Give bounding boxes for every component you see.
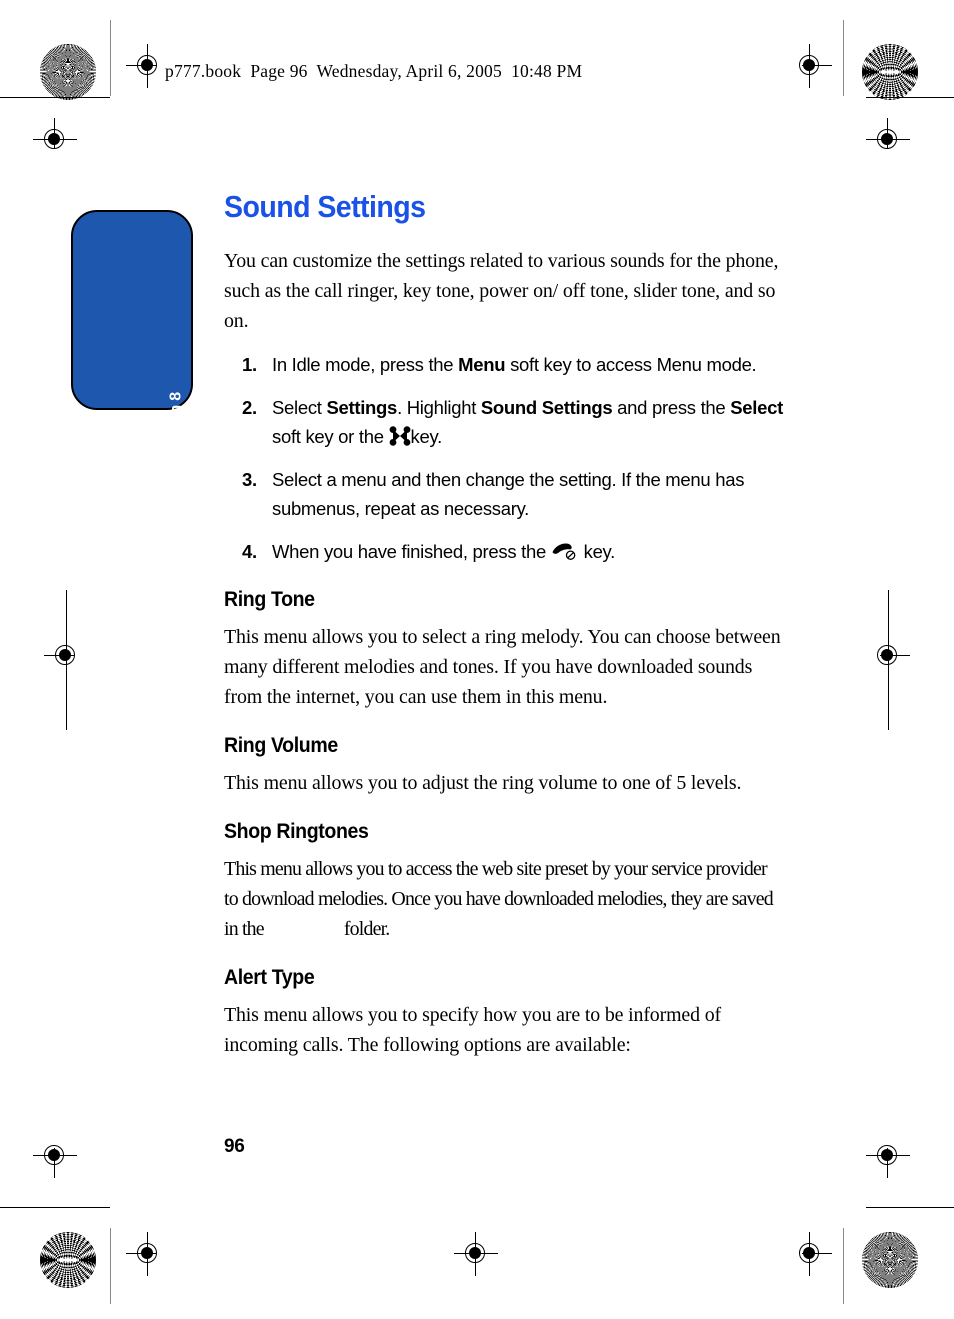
section-tab-label: Section 8 bbox=[167, 392, 184, 462]
trim-rule-vertical-top-right bbox=[843, 20, 844, 96]
step-item: 2. Select Settings. Highlight Sound Setti… bbox=[224, 393, 802, 451]
page-title: Sound Settings bbox=[224, 189, 426, 224]
section-tab: Section 8 bbox=[71, 210, 193, 461]
section-paragraph: This menu allows you to access the web s… bbox=[224, 858, 774, 940]
registration-mark-right-middle bbox=[866, 634, 910, 678]
moire-halftone-target-top-right bbox=[862, 44, 918, 100]
section-heading: Ring Volume bbox=[224, 734, 338, 757]
trim-rule-horizontal-bottom-left bbox=[0, 1207, 110, 1208]
step-item: 1. In Idle mode, press the Menu soft key … bbox=[224, 350, 802, 379]
step-number: 1. bbox=[242, 354, 257, 375]
document-header-line: p777.book Page 96 Wednesday, April 6, 20… bbox=[165, 61, 583, 81]
numbered-steps-list: 1. In Idle mode, press the Menu soft key … bbox=[224, 350, 802, 566]
step-number: 3. bbox=[242, 469, 257, 490]
registration-mark-bottom-center bbox=[454, 1232, 498, 1276]
registration-mark-bottom-left-inner bbox=[126, 1232, 170, 1276]
step-emphasis: Select bbox=[730, 397, 783, 418]
step-emphasis: Settings bbox=[326, 397, 398, 418]
section-heading: Shop Ringtones bbox=[224, 820, 369, 843]
registration-mark-top-left-inner bbox=[126, 44, 170, 88]
step-item: 4. When you have finished, press the key. bbox=[224, 537, 802, 566]
registration-mark-left-upper bbox=[33, 118, 77, 162]
moire-halftone-target-bottom-left bbox=[40, 1232, 96, 1288]
section-paragraph: This menu allows you to adjust the ring … bbox=[224, 772, 742, 794]
section-heading: Alert Type bbox=[224, 966, 315, 989]
page-content: Sound Settings You can customize the set… bbox=[224, 190, 802, 1066]
trim-rule-vertical-top-left bbox=[110, 20, 111, 96]
step-emphasis: Sound Settings bbox=[480, 397, 613, 418]
starburst-density-target-bottom-right bbox=[862, 1232, 918, 1288]
trim-rule-horizontal-top-right bbox=[866, 97, 954, 98]
step-item: 3. Select a menu and then change the sett… bbox=[224, 465, 802, 523]
registration-mark-left-lower bbox=[33, 1134, 77, 1178]
intro-paragraph: You can customize the settings related t… bbox=[224, 250, 779, 332]
trim-rule-horizontal-top-left bbox=[0, 97, 110, 98]
page-number: 96 bbox=[224, 1136, 245, 1157]
trim-rule-vertical-bottom-left bbox=[110, 1228, 111, 1304]
registration-mark-right-lower bbox=[866, 1134, 910, 1178]
registration-mark-top-right-inner bbox=[788, 44, 832, 88]
end-call-key-icon bbox=[551, 540, 579, 560]
trim-rule-vertical-bottom-right bbox=[843, 1228, 844, 1304]
registration-mark-right-upper bbox=[866, 118, 910, 162]
section-paragraph: This menu allows you to select a ring me… bbox=[224, 626, 781, 708]
registration-mark-bottom-right-inner bbox=[788, 1232, 832, 1276]
step-emphasis: Menu bbox=[458, 354, 506, 375]
step-number: 4. bbox=[242, 541, 257, 562]
trim-rule-horizontal-bottom-right bbox=[866, 1207, 954, 1208]
navigation-key-icon bbox=[389, 425, 411, 446]
step-number: 2. bbox=[242, 397, 257, 418]
registration-mark-left-middle bbox=[44, 634, 88, 678]
section-paragraph: This menu allows you to specify how you … bbox=[224, 1004, 721, 1056]
sections-container: Ring Tone This menu allows you to select … bbox=[224, 588, 802, 1060]
starburst-density-target-top-left bbox=[40, 44, 96, 100]
section-heading: Ring Tone bbox=[224, 588, 315, 611]
